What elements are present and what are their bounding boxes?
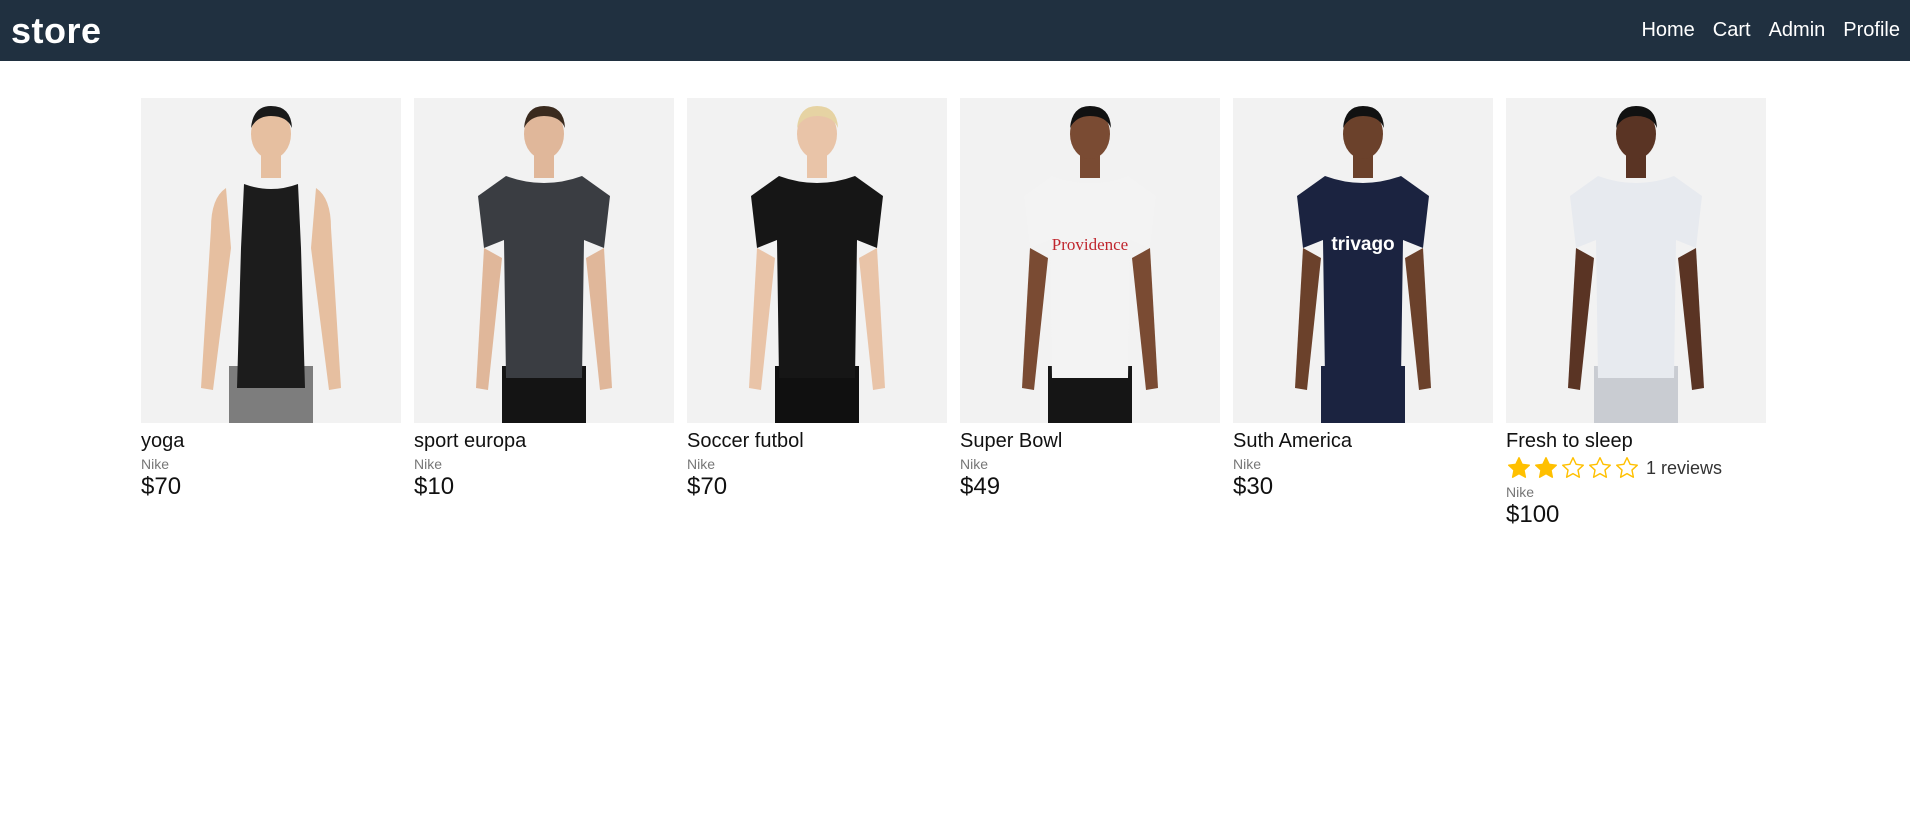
product-card: trivago Suth America Nike $30: [1233, 98, 1493, 529]
top-navbar: store Home Cart Admin Profile: [0, 0, 1910, 61]
star-icon: [1562, 457, 1584, 478]
product-card: Fresh to sleep 1 reviews Nike $100: [1506, 98, 1766, 529]
svg-text:trivago: trivago: [1331, 234, 1394, 255]
product-brand: Nike: [141, 456, 170, 472]
star-icon: [1508, 457, 1530, 478]
product-card: Providence Super Bowl Nike $49: [960, 98, 1220, 529]
star-icon: [1589, 457, 1611, 478]
product-brand: Nike: [1506, 484, 1535, 500]
nav-home-link[interactable]: Home: [1641, 19, 1694, 42]
product-price: $49: [960, 473, 1001, 500]
product-image[interactable]: [414, 98, 674, 423]
review-count: 1 reviews: [1646, 457, 1723, 478]
product-image[interactable]: [687, 98, 947, 423]
main-nav: Home Cart Admin Profile: [1641, 19, 1900, 42]
brand-logo-link[interactable]: store: [11, 10, 102, 52]
product-card: sport europa Nike $10: [414, 98, 674, 529]
product-brand: Nike: [960, 456, 989, 472]
nav-admin-link[interactable]: Admin: [1769, 19, 1826, 42]
product-name-link[interactable]: yoga: [141, 430, 401, 453]
star-icon: [1616, 457, 1638, 478]
product-price: $70: [687, 473, 728, 500]
product-price: $10: [414, 473, 455, 500]
product-price: $100: [1506, 501, 1560, 528]
nav-cart-link[interactable]: Cart: [1713, 19, 1751, 42]
product-card: yoga Nike $70: [141, 98, 401, 529]
product-price: $70: [141, 473, 182, 500]
star-icon: [1535, 457, 1557, 478]
product-image[interactable]: [1506, 98, 1766, 423]
nav-profile-link[interactable]: Profile: [1843, 19, 1900, 42]
product-price: $30: [1233, 473, 1274, 500]
product-name-link[interactable]: Soccer futbol: [687, 430, 947, 453]
product-grid: yoga Nike $70 sport europa Nike $10 Soccer f…: [141, 98, 1766, 529]
product-image[interactable]: [141, 98, 401, 423]
product-brand: Nike: [414, 456, 443, 472]
product-name-link[interactable]: Suth America: [1233, 430, 1493, 453]
product-image[interactable]: Providence: [960, 98, 1220, 423]
product-name-link[interactable]: sport europa: [414, 430, 674, 453]
product-rating: 1 reviews: [1506, 455, 1766, 481]
product-brand: Nike: [1233, 456, 1262, 472]
product-image[interactable]: trivago: [1233, 98, 1493, 423]
product-name-link[interactable]: Super Bowl: [960, 430, 1220, 453]
product-card: Soccer futbol Nike $70: [687, 98, 947, 529]
product-brand: Nike: [687, 456, 716, 472]
svg-text:Providence: Providence: [1052, 235, 1128, 254]
product-name-link[interactable]: Fresh to sleep: [1506, 430, 1766, 453]
